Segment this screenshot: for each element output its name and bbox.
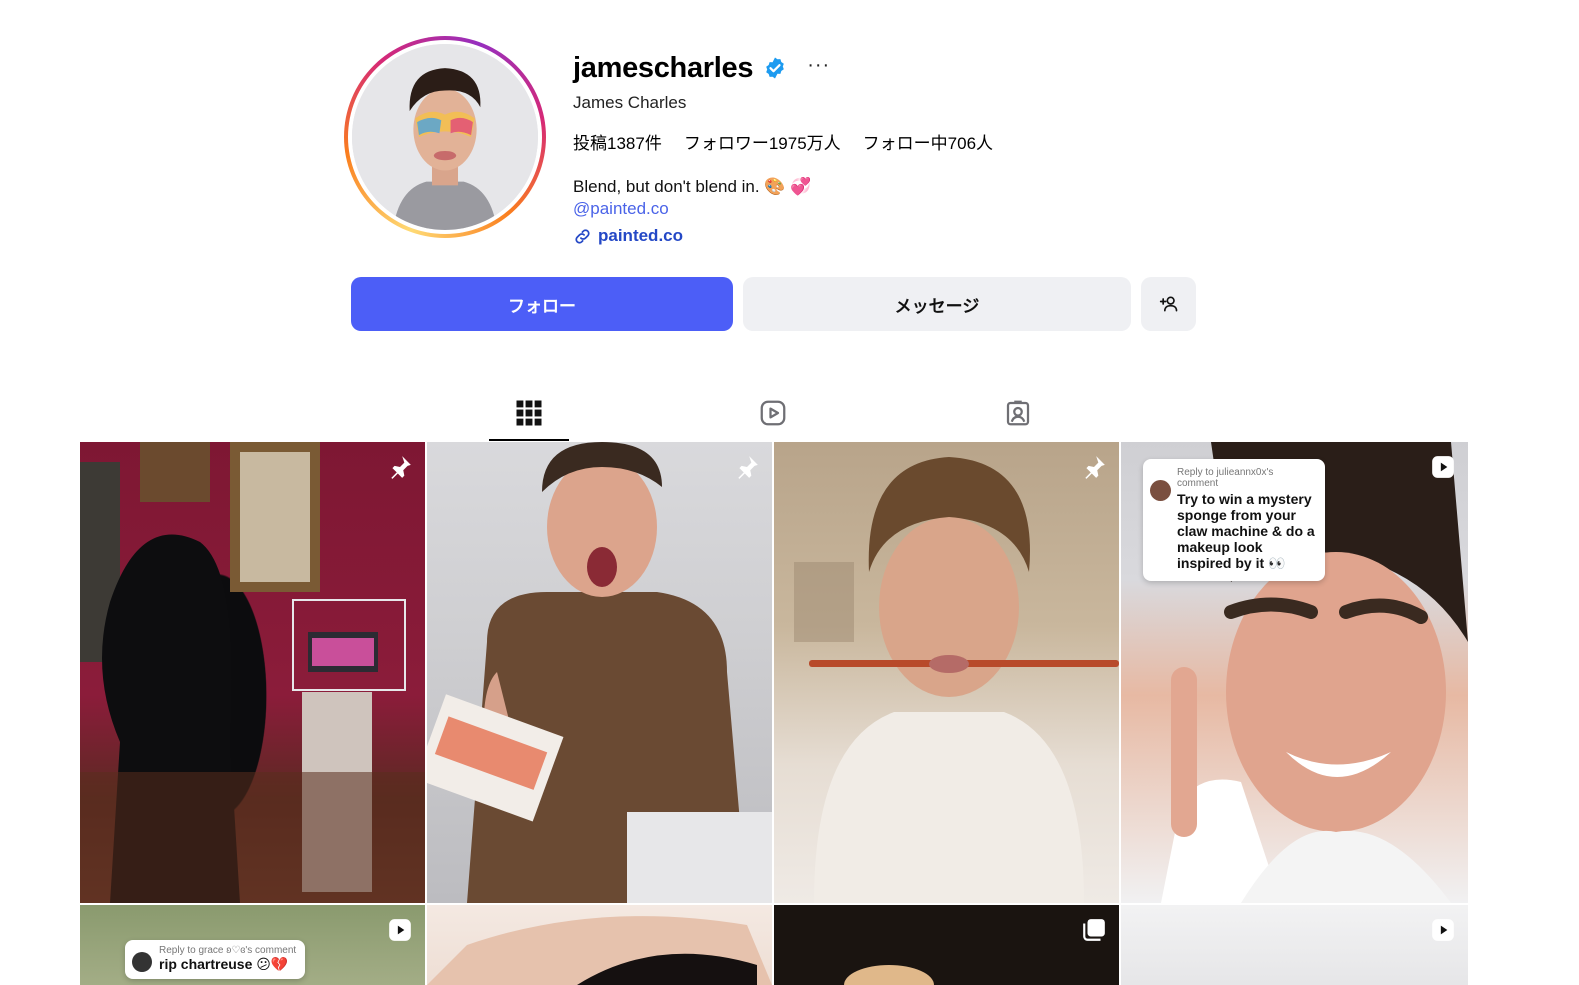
follow-button[interactable]: フォロー	[351, 277, 733, 331]
reply-label: Reply to grace ʚ♡ɞ's comment	[159, 945, 297, 956]
full-name: James Charles	[573, 93, 687, 112]
reply-label: Reply to julieannx0x's comment	[1177, 467, 1274, 489]
posts-count: 投稿1387件	[573, 134, 662, 153]
reel-icon	[1430, 454, 1456, 480]
external-link-text: painted.co	[598, 226, 684, 245]
reel-icon	[387, 917, 413, 943]
post-image-paintbrush	[794, 457, 1119, 903]
post-thumbnail-5[interactable]: Reply to grace ʚ♡ɞ's comment rip chartre…	[80, 905, 425, 985]
bio-mention-link[interactable]: @painted.co	[573, 199, 669, 219]
reply-comment-bubble: Reply to grace ʚ♡ɞ's comment rip chartre…	[125, 940, 305, 979]
profile-avatar-ring[interactable]	[344, 36, 546, 238]
reel-icon	[1430, 917, 1456, 943]
pin-icon	[734, 454, 760, 480]
profile-stats: 投稿1387件 フォロワー1975万人 フォロー中706人	[573, 129, 993, 154]
post-thumbnail-2[interactable]	[427, 442, 772, 903]
post-image-museum	[80, 442, 425, 903]
tab-tagged[interactable]	[978, 388, 1058, 442]
avatar-portrait	[352, 44, 538, 230]
avatar	[352, 44, 538, 230]
following-count[interactable]: フォロー中706人	[863, 129, 993, 154]
more-options-icon[interactable]: ···	[807, 55, 830, 75]
reels-icon	[760, 400, 786, 426]
post-image-shocked	[427, 442, 772, 903]
bio-text: Blend, but don't blend in. 🎨 💞	[573, 177, 812, 196]
commenter-avatar	[132, 952, 152, 972]
followers-count[interactable]: フォロワー1975万人	[684, 129, 841, 154]
post-thumbnail-6[interactable]	[427, 905, 772, 985]
tab-posts[interactable]	[489, 388, 569, 441]
username-row: jamescharles ···	[573, 48, 830, 88]
post-thumbnail-4[interactable]: Reply to julieannx0x's comment Try to wi…	[1121, 442, 1468, 903]
post-thumbnail-8[interactable]	[1121, 905, 1468, 985]
pin-icon	[387, 454, 413, 480]
external-link[interactable]: painted.co	[573, 226, 683, 246]
post-thumbnail-7[interactable]	[774, 905, 1119, 985]
comment-text: Try to win a mystery sponge from your cl…	[1177, 491, 1315, 571]
grid-icon	[516, 400, 542, 426]
pin-icon	[1081, 454, 1107, 480]
add-user-icon	[1159, 296, 1177, 312]
post-image-closeup	[427, 916, 772, 985]
post-image-dark	[844, 965, 934, 985]
commenter-avatar	[1150, 480, 1171, 501]
tab-reels[interactable]	[733, 388, 813, 442]
username: jamescharles	[573, 51, 754, 84]
carousel-icon	[1081, 917, 1107, 943]
comment-text: rip chartreuse 😕💔	[159, 956, 289, 972]
link-icon	[573, 227, 592, 246]
reply-comment-bubble: Reply to julieannx0x's comment Try to wi…	[1143, 459, 1325, 581]
post-thumbnail-1[interactable]	[80, 442, 425, 903]
verified-badge-icon	[763, 56, 787, 80]
message-button[interactable]: メッセージ	[743, 277, 1131, 331]
post-thumbnail-3[interactable]	[774, 442, 1119, 903]
tagged-icon	[1006, 400, 1030, 426]
avatar-border	[348, 40, 542, 234]
posts-grid: Reply to julieannx0x's comment Try to wi…	[80, 442, 1468, 985]
suggest-users-button[interactable]	[1141, 277, 1196, 331]
